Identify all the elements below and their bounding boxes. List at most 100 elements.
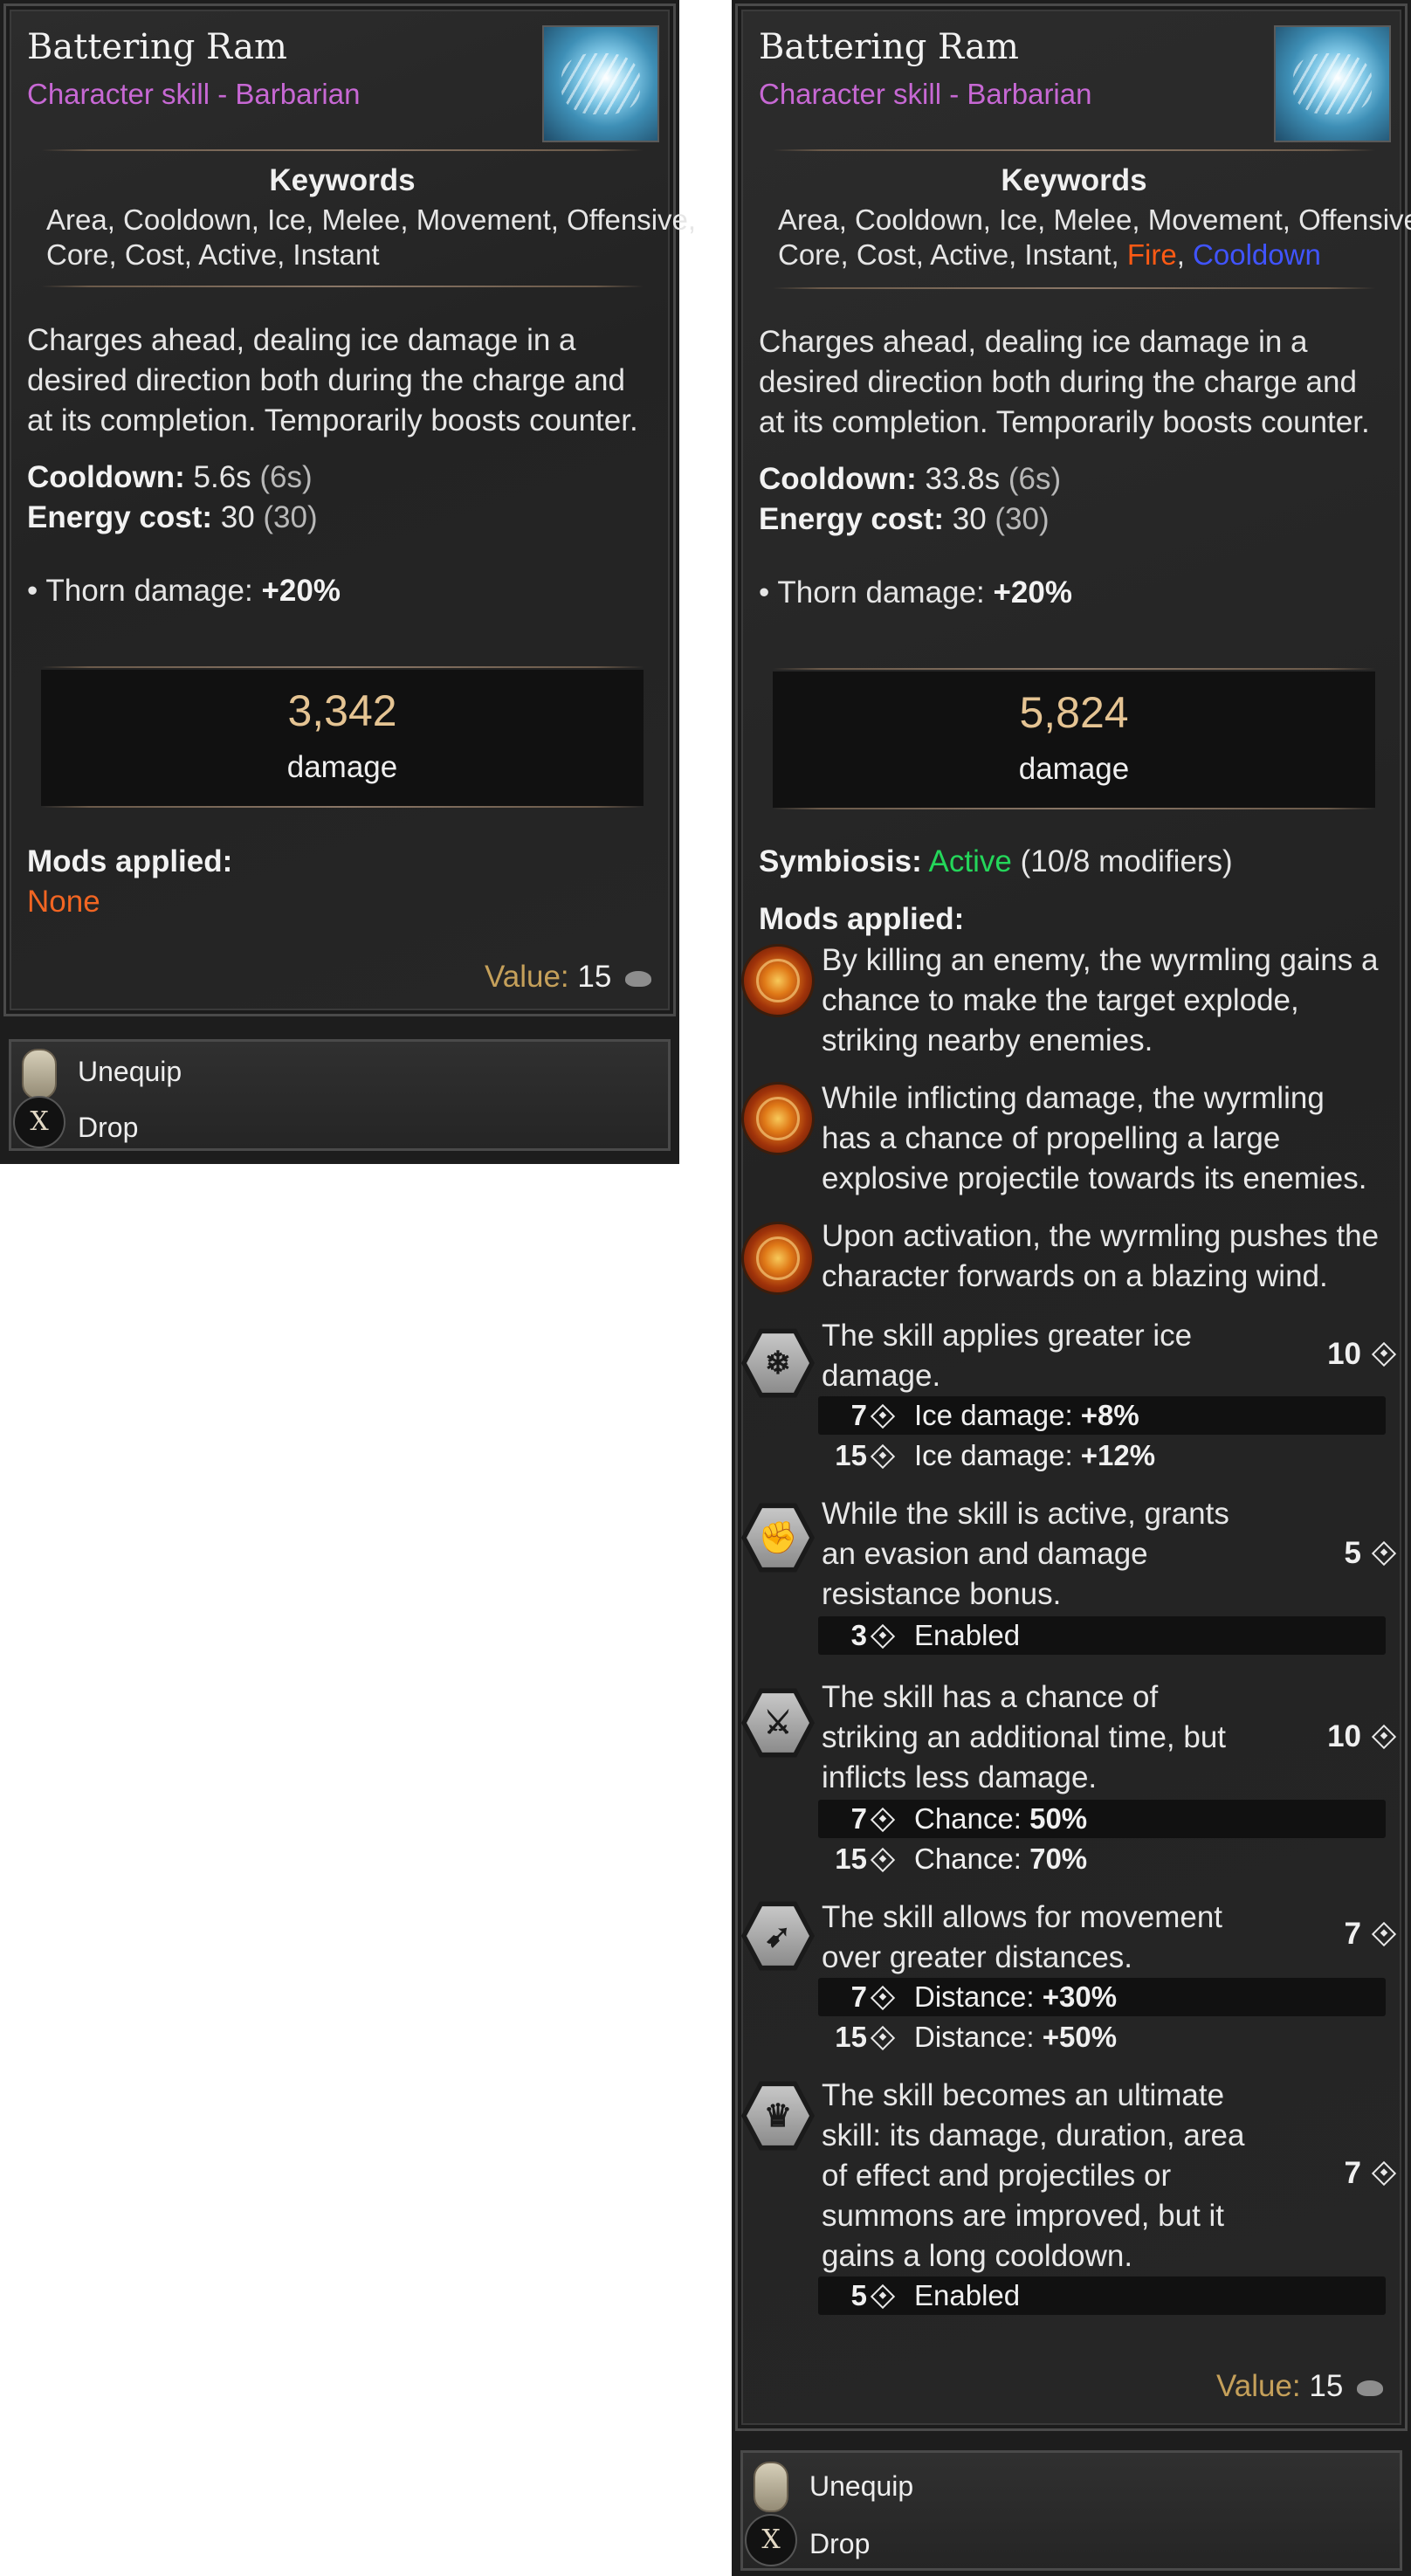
cooldown-row: Cooldown: 33.8s (6s) [759,462,1061,497]
value-label: Value: [1216,2369,1301,2403]
rune-diamond-icon [870,2025,896,2051]
damage-value: 5,824 [1019,688,1129,737]
currency-icon [625,970,652,987]
keyword-fire: Fire [1126,238,1177,271]
skill-mod-4-text: The skill allows for movement over great… [822,1900,1223,1974]
rune-diamond-icon [870,1623,896,1650]
tier-value: +8% [1080,1399,1139,1431]
keywords-line-1: Area, Cooldown, Ice, Melee, Movement, Of… [46,203,697,236]
right-action-bar: Unequip X Drop [740,2450,1402,2571]
skill-mod-3-text: The skill has a chance of striking an ad… [822,1680,1227,1794]
mods-applied-label: Mods applied: [27,844,233,878]
x-button-icon: X [745,2514,797,2566]
damage-value: 3,342 [287,686,397,735]
skill-thumbnail-icon [1274,25,1391,142]
wyrmling-projectile-icon [741,1082,815,1155]
rune-diamond-icon [870,1847,896,1873]
energy-cost-row: Energy cost: 30 (30) [759,502,1050,537]
energy-cost-value: 30 [952,502,987,536]
mods-applied-label: Mods applied: [759,902,965,936]
skill-mod-5-cost: 7 [1279,2156,1397,2191]
divider [41,666,644,668]
tier-effect: Chance: 70% [914,1840,1087,1878]
damage-label: damage [1018,752,1130,786]
divider [773,149,1375,151]
keyword-separator: , [1176,238,1185,271]
skill-title: Battering Ram [27,27,287,67]
energy-cost-row: Energy cost: 30 (30) [27,500,318,535]
cooldown-value: 5.6s [193,460,251,494]
unequip-button[interactable]: Unequip [78,1056,182,1088]
symbiosis-row: Symbiosis: Active (10/8 modifiers) [759,844,1233,879]
divider [41,286,644,287]
damage-panel: 3,342 damage [41,670,644,806]
tier-row: 15 Chance: 70% [818,1840,1386,1878]
energy-cost-base: (30) [263,500,318,534]
thorn-damage-row: • Thorn damage: +20% [27,574,341,609]
keywords-line-2: Core, Cost, Active, Instant, Fire, Coold… [778,238,1321,272]
tier-row: 7 Ice damage: +8% [818,1396,1386,1435]
rune-diamond-icon [870,2283,896,2310]
wyrmling-explode-icon [741,944,815,1017]
cooldown-base: (6s) [259,460,313,494]
keyword-cooldown: Cooldown [1193,238,1321,271]
cooldown-label: Cooldown: [27,460,185,494]
thorn-damage-value: +20% [261,574,341,608]
tier-row: 5 Enabled [818,2276,1386,2315]
drop-button[interactable]: Drop [809,2528,870,2560]
mouse-icon [754,2462,788,2512]
drop-button[interactable]: Drop [78,1112,138,1144]
unequip-button[interactable]: Unequip [809,2470,913,2503]
rune-diamond-icon [1371,1921,1397,1946]
tier-points: 15 [835,1439,867,1471]
tier-row: 15 Distance: +50% [818,2018,1386,2056]
cost-value: 10 [1327,1719,1361,1753]
energy-cost-base: (30) [995,502,1050,536]
cooldown-value: 33.8s [925,462,1001,496]
tier-points: 15 [835,1842,867,1875]
skill-mod-4-cost: 7 [1279,1917,1397,1952]
tier-value: 70% [1029,1842,1088,1875]
keywords-line-2: Core, Cost, Active, Instant [46,238,380,271]
keywords-title: Keywords [1001,163,1147,197]
keywords-line-1: Area, Cooldown, Ice, Melee, Movement, Of… [778,203,1411,236]
skill-mod-1-cost: 10 [1279,1337,1397,1372]
symbiosis-label: Symbiosis: [759,844,922,878]
divider [41,149,644,151]
cost-value: 7 [1344,1917,1361,1951]
tier-points: 3 [850,1619,867,1651]
skill-description: Charges ahead, dealing ice damage in a d… [759,325,1370,439]
tier-label: Chance: [914,1842,1030,1875]
wyrmling-mod-3: Upon activation, the wyrmling pushes the… [822,1219,1380,1293]
tier-label: Enabled [914,1619,1021,1651]
tier-label: Enabled [914,2279,1021,2311]
cost-value: 5 [1344,1536,1361,1570]
skill-mod-1-text: The skill applies greater ice damage. [822,1319,1193,1393]
tier-label: Distance: [914,2021,1043,2053]
skill-mod-2-cost: 5 [1279,1536,1397,1571]
symbiosis-status: Active [928,844,1012,878]
left-skill-card: Battering Ram Character skill - Barbaria… [3,3,696,1016]
tier-label: Ice damage: [914,1439,1081,1471]
skill-subtitle: Character skill - Barbarian [759,78,1092,110]
skill-mod-3-cost: 10 [1279,1719,1397,1754]
shield-fist-icon: ✊ [741,1503,815,1573]
mouse-icon [22,1049,57,1099]
damage-label: damage [286,750,398,784]
ice-shard-icon: ❄ [741,1328,815,1398]
left-tooltip-window: Battering Ram Character skill - Barbaria… [0,0,696,1164]
tier-label: Ice damage: [914,1399,1081,1431]
cooldown-label: Cooldown: [759,462,917,496]
rune-diamond-icon [870,1807,896,1833]
double-strike-icon: ⚔ [741,1688,815,1758]
divider [41,806,644,808]
ultimate-crown-icon: ♛ [741,2081,815,2151]
tier-effect: Ice damage: +12% [914,1436,1155,1475]
tier-label: Chance: [914,1802,1030,1835]
tier-label: Distance: [914,1980,1043,2013]
skill-thumbnail-icon [542,25,659,142]
item-value: Value: 15 [1216,2369,1384,2404]
skill-description: Charges ahead, dealing ice damage in a d… [27,323,638,437]
tier-effect: Distance: +50% [914,2018,1117,2056]
tier-row: 15 Ice damage: +12% [818,1436,1386,1475]
